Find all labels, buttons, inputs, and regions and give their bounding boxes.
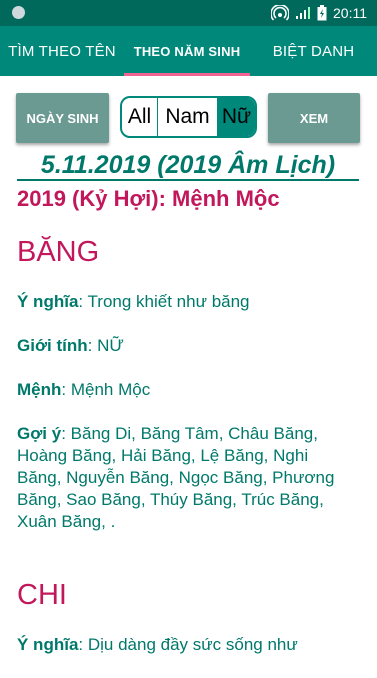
meaning-label: Ý nghĩa (17, 292, 79, 311)
gender-label: Giới tính (17, 336, 88, 355)
clock: 20:11 (333, 5, 367, 21)
tab-bar: TÌM THEO TÊN THEO NĂM SINH BIỆT DANH (0, 26, 377, 76)
view-button[interactable]: XEM (268, 93, 360, 143)
suggest-row: Gợi ý: Băng Di, Băng Tâm, Châu Băng, Hoà… (17, 423, 357, 533)
suggest-value: : Băng Di, Băng Tâm, Châu Băng, Hoàng Bă… (17, 424, 335, 531)
meaning-row: Ý nghĩa: Dịu dàng đầy sức sống như (17, 634, 357, 656)
name-title: BĂNG (17, 236, 100, 268)
status-right: 20:11 (271, 3, 367, 23)
name-list: BĂNG Ý nghĩa: Trong khiết như băng Giới … (17, 236, 357, 678)
tab-search-by-name[interactable]: TÌM THEO TÊN (0, 26, 124, 76)
list-item: CHI Ý nghĩa: Dịu dàng đầy sức sống như (17, 579, 357, 656)
meaning-value: : Trong khiết như băng (78, 292, 250, 311)
tab-by-birth-year[interactable]: THEO NĂM SINH (124, 26, 250, 76)
gender-row: Giới tính: NỮ (17, 335, 357, 357)
suggest-label: Gợi ý (17, 424, 62, 443)
element-value: : Mệnh Mộc (61, 380, 151, 399)
birth-date-button[interactable]: NGÀY SINH (16, 93, 109, 143)
battery-icon (317, 5, 327, 21)
status-bar: 20:11 (0, 0, 377, 26)
element-row: Mệnh: Mệnh Mộc (17, 379, 357, 401)
tab-nickname[interactable]: BIỆT DANH (250, 26, 377, 76)
notification-icon (12, 6, 25, 19)
gender-option-female[interactable]: Nữ (218, 98, 255, 136)
signal-icon (295, 6, 311, 20)
list-item: BĂNG Ý nghĩa: Trong khiết như băng Giới … (17, 236, 357, 533)
meaning-label: Ý nghĩa (17, 635, 79, 654)
hotspot-icon (271, 5, 289, 21)
name-title: CHI (17, 579, 67, 611)
gender-option-male[interactable]: Nam (158, 98, 218, 136)
gender-option-all[interactable]: All (122, 98, 158, 136)
date-heading: 5.11.2019 (2019 Âm Lịch) (17, 150, 359, 181)
element-label: Mệnh (17, 380, 62, 399)
controls-row: NGÀY SINH All Nam Nữ XEM (16, 93, 360, 143)
gender-value: : NỮ (87, 336, 124, 355)
gender-selector: All Nam Nữ (120, 96, 257, 138)
meaning-row: Ý nghĩa: Trong khiết như băng (17, 291, 357, 313)
tab-indicator (124, 73, 250, 76)
meaning-value: : Dịu dàng đầy sức sống như (78, 635, 298, 654)
year-element-subtitle: 2019 (Kỷ Hợi): Mệnh Mộc (17, 186, 280, 211)
